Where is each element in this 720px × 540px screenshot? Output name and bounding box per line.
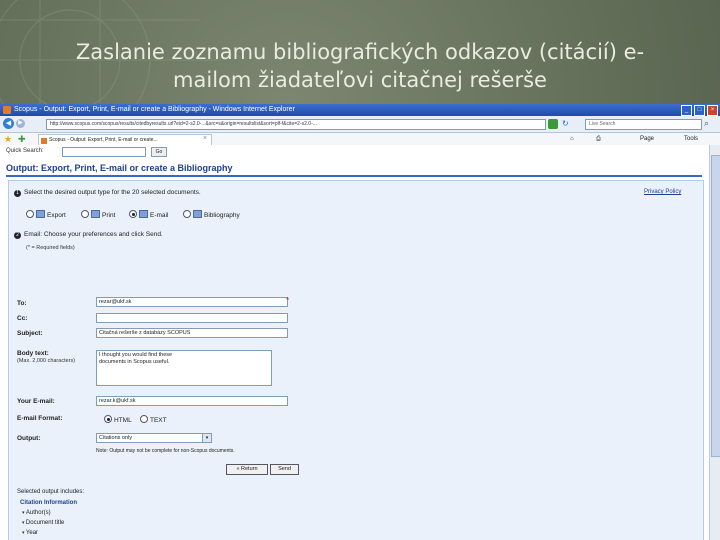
citation-item-year: Year xyxy=(22,530,38,536)
back-arrow-icon[interactable]: ◀ xyxy=(3,118,14,129)
scopus-page: Quick Search: Go Output: Export, Print, … xyxy=(0,145,709,540)
required-marker: * xyxy=(286,296,290,305)
cc-field[interactable] xyxy=(96,313,288,323)
maximize-button[interactable]: □ xyxy=(694,105,705,116)
selected-output-label: Selected output includes: xyxy=(17,489,85,495)
cc-label: Cc: xyxy=(17,315,28,322)
quick-search-label: Quick Search: xyxy=(6,148,44,154)
output-select-value: Citations only xyxy=(99,435,133,441)
option-email-label: E-mail xyxy=(150,212,169,219)
email-envelope-icon xyxy=(139,210,148,218)
radio-email[interactable] xyxy=(129,210,137,218)
tools-menu[interactable]: Tools xyxy=(684,134,698,145)
output-note: Note: Output may not be complete for non… xyxy=(96,448,235,454)
format-html[interactable]: HTML xyxy=(104,415,132,424)
option-print-label: Print xyxy=(102,212,116,219)
subject-field[interactable]: Citačná rešerše z databázy SCOPUS xyxy=(96,328,288,338)
print-option-icon xyxy=(91,210,100,218)
forward-arrow-icon[interactable]: ▶ xyxy=(16,119,25,128)
add-favorites-icon[interactable]: ✚ xyxy=(18,134,26,145)
radio-export[interactable] xyxy=(26,210,34,218)
go-button[interactable] xyxy=(548,119,558,129)
page-title: Output: Export, Print, E-mail or create … xyxy=(6,163,233,173)
export-icon xyxy=(36,210,45,218)
body-text-area[interactable]: I thought you would find these documents… xyxy=(96,350,272,386)
step-1-badge: 1 xyxy=(14,190,21,197)
window-title-bar: Scopus - Output: Export, Print, E-mail o… xyxy=(0,104,720,116)
slide-title: Zaslanie zoznamu bibliografických odkazo… xyxy=(60,38,660,94)
privacy-policy-link[interactable]: Privacy Policy xyxy=(644,189,681,195)
address-bar: ◀ ▶ http://www.scopus.com/scopus/results… xyxy=(0,116,720,133)
body-text-hint: (Max. 2,000 characters) xyxy=(17,358,76,364)
browser-screenshot: Scopus - Output: Export, Print, E-mail o… xyxy=(0,104,720,540)
step-2: 2 Email: Choose your preferences and clic… xyxy=(14,231,163,239)
window-controls: _ □ × xyxy=(681,105,718,116)
option-print[interactable]: Print xyxy=(81,210,115,219)
url-field[interactable]: http://www.scopus.com/scopus/results/cit… xyxy=(46,119,546,130)
return-button[interactable]: « Return xyxy=(226,464,268,475)
step-1-text: Select the desired output type for the 2… xyxy=(24,189,201,196)
heading-rule xyxy=(6,175,702,177)
ie-app-icon xyxy=(3,106,11,114)
format-html-label: HTML xyxy=(114,417,132,424)
format-text[interactable]: TEXT xyxy=(140,415,167,424)
to-label: To: xyxy=(17,300,27,307)
tab-close-icon[interactable]: × xyxy=(203,135,207,142)
minimize-button[interactable]: _ xyxy=(681,105,692,116)
option-bibliography-label: Bibliography xyxy=(204,212,240,219)
output-select[interactable]: Citations only ▾ xyxy=(96,433,212,443)
radio-html[interactable] xyxy=(104,415,112,423)
option-bibliography[interactable]: Bibliography xyxy=(183,210,240,219)
required-note: (* = Required fields) xyxy=(26,245,75,251)
quick-search-button[interactable]: Go xyxy=(151,147,167,157)
radio-bibliography[interactable] xyxy=(183,210,191,218)
print-icon[interactable]: ⎙ xyxy=(596,134,601,145)
search-icon[interactable]: ⌕ xyxy=(704,118,709,129)
step-1: 1 Select the desired output type for the … xyxy=(14,189,201,197)
format-text-label: TEXT xyxy=(150,417,167,424)
slide-title-line-1: Zaslanie zoznamu bibliografických odkazo… xyxy=(75,40,645,64)
step-2-badge: 2 xyxy=(14,232,21,239)
output-label: Output: xyxy=(17,435,41,442)
home-icon[interactable]: ⌂ xyxy=(570,134,574,145)
chevron-down-icon[interactable]: ▾ xyxy=(202,434,211,442)
option-export[interactable]: Export xyxy=(26,210,66,219)
citation-item-author: Author(s) xyxy=(22,510,51,516)
window-title: Scopus - Output: Export, Print, E-mail o… xyxy=(14,106,295,113)
your-email-label: Your E-mail: xyxy=(17,398,55,405)
your-email-field[interactable]: rezar.k@ukf.sk xyxy=(96,396,288,406)
to-field[interactable]: rezar@ukf.sk xyxy=(96,297,288,307)
bibliography-icon xyxy=(193,210,202,218)
scrollbar-thumb[interactable] xyxy=(711,155,720,457)
page-menu[interactable]: Page xyxy=(640,134,654,145)
favorites-star-icon[interactable]: ★ xyxy=(4,134,12,145)
option-export-label: Export xyxy=(47,212,66,219)
email-format-label: E-mail Format: xyxy=(17,415,63,422)
send-button[interactable]: Send xyxy=(270,464,299,475)
body-text-label: Body text: xyxy=(17,350,49,357)
radio-text[interactable] xyxy=(140,415,148,423)
citation-information-heading: Citation Information xyxy=(20,500,77,506)
radio-print[interactable] xyxy=(81,210,89,218)
browser-search-input[interactable]: Live Search xyxy=(585,119,702,130)
vertical-scrollbar[interactable] xyxy=(709,145,720,540)
step-2-text: Email: Choose your preferences and click… xyxy=(24,231,163,238)
subject-label: Subject: xyxy=(17,330,43,337)
close-button[interactable]: × xyxy=(707,105,718,116)
refresh-icon[interactable]: ↻ xyxy=(562,119,572,129)
option-email[interactable]: E-mail xyxy=(129,210,168,219)
quick-search-input[interactable] xyxy=(62,147,146,157)
slide-title-line-2: mailom žiadateľovi citačnej rešerše xyxy=(173,68,547,92)
citation-item-title: Document title xyxy=(22,520,64,526)
